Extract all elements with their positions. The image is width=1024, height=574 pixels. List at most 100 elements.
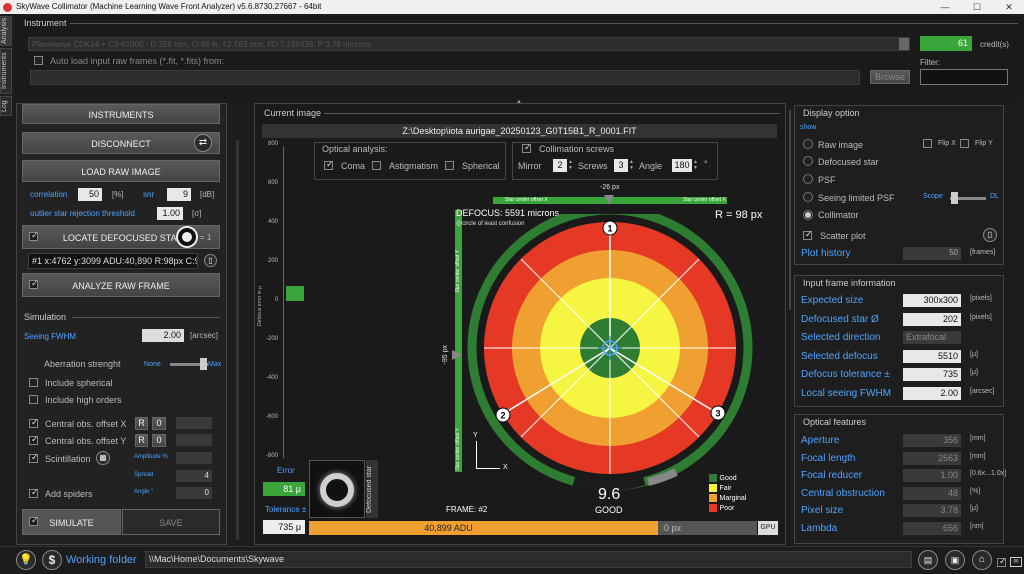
outlier-unit: [σ] (192, 209, 202, 218)
central-y-value[interactable]: 0 (152, 434, 166, 447)
home-icon[interactable]: ⌂ (972, 550, 992, 570)
delete-star-icon[interactable]: ▯ (204, 254, 217, 267)
tab-instruments[interactable]: Instruments (0, 48, 12, 94)
telescope-dropdown-handle[interactable] (899, 38, 909, 50)
tab-log[interactable]: Log (0, 96, 12, 116)
central-x-input[interactable] (176, 417, 212, 429)
tab-analysis[interactable]: Analysis (0, 16, 12, 46)
input-value[interactable]: 300x300 (903, 294, 961, 307)
display-option-header: Display option (803, 108, 860, 118)
footer-checkbox[interactable] (997, 558, 1006, 567)
flip-x-checkbox[interactable] (923, 139, 932, 148)
mirror-input[interactable]: 2 (553, 159, 567, 172)
optical-value[interactable]: 3.78 (903, 504, 961, 517)
working-folder-path[interactable]: \\Mac\Home\Documents\Skywave (145, 551, 912, 568)
central-y-input[interactable] (176, 434, 212, 446)
screws-spinner[interactable]: ▲ ▼ (629, 159, 634, 171)
disconnect-button[interactable]: DISCONNECT (22, 132, 220, 154)
close-button[interactable]: ✕ (994, 0, 1024, 14)
central-y-reset-button[interactable]: R (135, 434, 148, 447)
star-select-dropdown[interactable]: #1 x:4762 y:3099 ADU:40,890 R:98px C:97 (28, 253, 198, 269)
raw-image-radio[interactable] (803, 139, 813, 149)
include-spherical-checkbox[interactable] (29, 378, 38, 387)
scintillation-checkbox[interactable] (29, 454, 38, 463)
psf-radio[interactable] (803, 174, 813, 184)
collimation-screws-checkbox[interactable] (522, 144, 531, 153)
save-disk-icon[interactable]: ▣ (945, 550, 965, 570)
aberration-slider-thumb[interactable] (200, 358, 207, 370)
browse-button[interactable]: Browse (870, 70, 910, 84)
optical-value[interactable]: 2563 (903, 451, 961, 465)
input-value[interactable]: 202 (903, 312, 961, 326)
add-spiders-checkbox[interactable] (29, 489, 38, 498)
spider-angle-input[interactable]: 0 (176, 487, 212, 499)
working-folder-label: Working folder (66, 554, 137, 566)
spherical-checkbox[interactable] (445, 161, 454, 170)
input-value[interactable]: Extrafocal (903, 331, 961, 344)
gpu-badge: GPU (758, 521, 778, 535)
central-x-value[interactable]: 0 (152, 417, 166, 430)
angle-input[interactable]: 180 (672, 159, 692, 172)
input-unit: [pixels] (970, 295, 992, 302)
maximize-button[interactable]: ☐ (962, 0, 992, 14)
disconnect-plug-icon[interactable]: ⇄ (194, 134, 212, 152)
auto-load-path[interactable] (30, 70, 860, 85)
input-value[interactable]: 5510 (903, 349, 961, 363)
simulate-checkbox[interactable] (29, 517, 38, 526)
seeing-label: Seeing FWHM (24, 332, 77, 341)
central-x-checkbox[interactable] (29, 419, 38, 428)
credits-dollar-icon[interactable]: $ (42, 550, 62, 570)
load-raw-image-button[interactable]: LOAD RAW IMAGE (22, 160, 220, 182)
central-y-checkbox[interactable] (29, 436, 38, 445)
seeing-input[interactable]: 2.00 (142, 329, 184, 342)
optical-value[interactable]: 656 (903, 521, 961, 535)
locate-checkbox[interactable] (29, 232, 38, 241)
add-folder-icon[interactable]: ▤ (918, 550, 938, 570)
frame-label: FRAME: #2 (446, 505, 488, 514)
optical-value[interactable]: 356 (903, 434, 961, 447)
scintillation-grid-icon[interactable]: ▦ (96, 451, 110, 465)
left-offset-marker (452, 350, 462, 360)
analyze-raw-frame-button[interactable]: ANALYZE RAW FRAME (22, 273, 220, 297)
left-scrollbar[interactable] (236, 140, 239, 540)
amplitude-input[interactable] (176, 452, 212, 464)
screws-input[interactable]: 3 (614, 159, 628, 172)
input-value[interactable]: 2.00 (903, 386, 961, 400)
input-label: Selected defocus (801, 350, 878, 362)
instruments-button[interactable]: INSTRUMENTS (22, 104, 220, 124)
auto-load-label: Auto load input raw frames (*.fit, *.fit… (50, 56, 225, 66)
lightbulb-icon[interactable]: 💡 (16, 550, 36, 570)
mail-icon[interactable]: ✉ (1010, 557, 1022, 567)
filter-input[interactable] (920, 69, 1008, 85)
correlation-input[interactable]: 50 (78, 188, 102, 201)
optical-value[interactable]: 1.00 (903, 469, 961, 482)
snr-input[interactable]: 9 (167, 188, 191, 201)
defocused-star-radio[interactable] (803, 156, 813, 166)
scatter-plot-checkbox[interactable] (803, 231, 812, 240)
y-tick-8: -800 (266, 453, 279, 459)
telescope-field[interactable]: Planewave CDK14 + C3-61000 - D:356 mm, O… (28, 37, 910, 51)
coma-checkbox[interactable] (324, 161, 333, 170)
include-high-checkbox[interactable] (29, 395, 38, 404)
seeing-psf-radio[interactable] (803, 192, 813, 202)
scope-slider-thumb[interactable] (951, 192, 958, 204)
outlier-input[interactable]: 1.00 (157, 207, 183, 220)
axis-y-label: Y (473, 432, 478, 439)
central-x-reset-button[interactable]: R (135, 417, 148, 430)
input-unit: [pixels] (970, 313, 992, 321)
minimize-button[interactable]: — (930, 0, 960, 14)
input-value[interactable]: 735 (903, 368, 961, 381)
angle-spinner[interactable]: ▲ ▼ (693, 159, 698, 171)
spread-input[interactable]: 4 (176, 470, 212, 482)
analyze-checkbox[interactable] (29, 280, 38, 289)
flip-y-checkbox[interactable] (960, 139, 969, 148)
clear-history-icon[interactable]: ▯ (983, 228, 997, 242)
plot-history-input[interactable]: 50 (903, 247, 961, 260)
optical-value[interactable]: 48 (903, 486, 961, 500)
save-simulation-button[interactable]: SAVE (122, 509, 220, 535)
collimator-radio[interactable] (803, 210, 813, 220)
mirror-spinner[interactable]: ▲ ▼ (568, 159, 573, 171)
center-scrollbar[interactable] (789, 110, 791, 310)
auto-load-checkbox[interactable] (34, 56, 43, 65)
astigmatism-checkbox[interactable] (372, 161, 381, 170)
